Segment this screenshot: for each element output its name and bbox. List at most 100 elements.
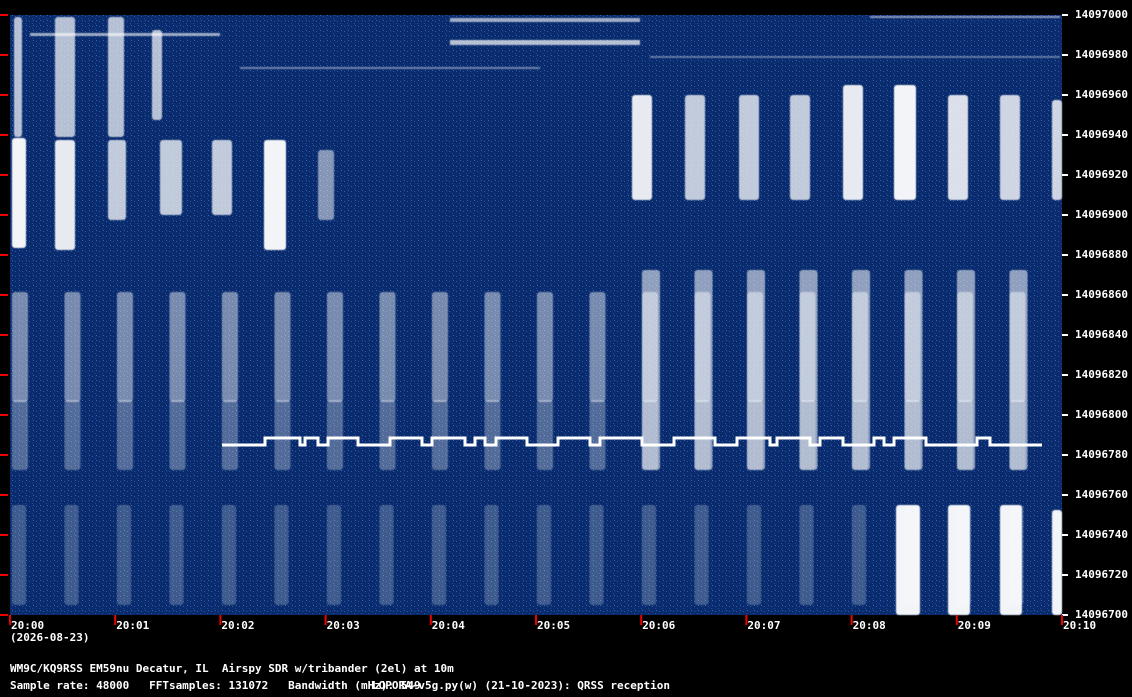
y-tick-label: 14096940 xyxy=(1075,128,1128,141)
signal-mark xyxy=(64,400,81,470)
y-tick-right xyxy=(1062,14,1068,16)
signal-mark xyxy=(589,292,606,402)
y-tick xyxy=(0,174,8,176)
signal-mark xyxy=(264,140,286,250)
y-tick-right xyxy=(1062,214,1068,216)
signal-mark xyxy=(852,505,866,605)
station-info: WM9C/KQ9RSS EM59nu Decatur, IL Airspy SD… xyxy=(10,662,454,675)
y-tick-label: 14096980 xyxy=(1075,48,1128,61)
x-tick-label: 20:10 xyxy=(1063,619,1097,632)
signal-mark xyxy=(117,400,133,470)
y-tick xyxy=(0,334,8,336)
signal-mark xyxy=(222,505,236,605)
x-tick-label: 20:05 xyxy=(537,619,571,632)
waterfall-spectrogram xyxy=(0,14,1068,625)
signal-mark xyxy=(537,400,553,470)
signal-mark xyxy=(642,270,660,470)
y-tick-label: 14096960 xyxy=(1075,88,1128,101)
signal-mark xyxy=(685,95,705,200)
signal-mark xyxy=(222,292,238,402)
signal-mark xyxy=(739,95,759,200)
y-tick xyxy=(0,54,8,56)
y-tick xyxy=(0,614,8,616)
signal-mark xyxy=(537,292,553,402)
y-tick-right xyxy=(1062,534,1068,536)
signal-mark xyxy=(327,400,343,470)
signal-mark xyxy=(852,270,870,470)
y-tick xyxy=(0,14,8,16)
y-tick-label: 14096720 xyxy=(1075,568,1128,581)
x-tick-label: 20:03 xyxy=(326,619,360,632)
y-tick-label: 14096800 xyxy=(1075,408,1128,421)
signal-mark xyxy=(537,505,551,605)
signal-mark xyxy=(327,505,341,605)
signal-mark xyxy=(432,400,448,470)
y-tick xyxy=(0,254,8,256)
signal-mark xyxy=(484,400,501,470)
signal-mark xyxy=(108,140,126,220)
signal-mark xyxy=(747,505,761,605)
y-tick xyxy=(0,534,8,536)
x-axis-ticks xyxy=(9,615,1063,625)
y-tick-label: 14096880 xyxy=(1075,248,1128,261)
signal-mark xyxy=(747,270,765,470)
signal-mark xyxy=(12,505,26,605)
signal-mark xyxy=(12,400,28,470)
y-tick-right xyxy=(1062,374,1068,376)
signal-mark xyxy=(948,95,968,200)
date-label: (2026-08-23) xyxy=(10,631,90,644)
signal-mark xyxy=(55,140,75,250)
signal-mark xyxy=(169,400,186,470)
signal-mark xyxy=(1000,505,1022,615)
signal-mark xyxy=(14,17,22,137)
y-tick xyxy=(0,294,8,296)
y-tick-right xyxy=(1062,54,1068,56)
signal-mark xyxy=(957,270,975,470)
signal-mark xyxy=(169,505,184,605)
signal-mark xyxy=(274,292,291,402)
signal-mark xyxy=(274,505,289,605)
y-tick-right xyxy=(1062,414,1068,416)
x-tick-label: 20:06 xyxy=(642,619,676,632)
params-info: Sample rate: 48000 FFTsamples: 131072 Ba… xyxy=(10,679,421,692)
signal-mark xyxy=(222,400,238,470)
software-info: LOPORA-v5g.py(w) (21-10-2023): QRSS rece… xyxy=(372,679,671,692)
y-tick-right xyxy=(1062,254,1068,256)
signal-mark xyxy=(12,292,28,402)
signal-mark xyxy=(694,505,709,605)
signal-mark xyxy=(12,138,26,248)
y-tick-right xyxy=(1062,134,1068,136)
y-tick-label: 14096740 xyxy=(1075,528,1128,541)
y-tick-label: 14096860 xyxy=(1075,288,1128,301)
y-tick-label: 14096760 xyxy=(1075,488,1128,501)
y-tick-label: 14096900 xyxy=(1075,208,1128,221)
x-tick-label: 20:00 xyxy=(11,619,45,632)
x-tick-label: 20:02 xyxy=(221,619,255,632)
signal-mark xyxy=(694,270,713,470)
y-tick-right xyxy=(1062,174,1068,176)
signal-mark xyxy=(1000,95,1020,200)
y-tick xyxy=(0,454,8,456)
y-tick-label: 14097000 xyxy=(1075,8,1128,21)
signal-mark xyxy=(642,505,656,605)
signal-mark xyxy=(432,505,446,605)
signal-mark xyxy=(484,505,499,605)
signal-mark xyxy=(1009,270,1028,470)
signal-mark xyxy=(432,292,448,402)
signal-mark xyxy=(212,140,232,215)
signal-mark xyxy=(484,292,501,402)
signal-mark xyxy=(117,505,131,605)
signal-mark xyxy=(160,140,182,215)
x-tick-label: 20:09 xyxy=(957,619,991,632)
y-tick-right xyxy=(1062,574,1068,576)
y-tick-right xyxy=(1062,94,1068,96)
signal-mark xyxy=(948,505,970,615)
signal-mark xyxy=(274,400,291,470)
y-tick xyxy=(0,494,8,496)
y-tick xyxy=(0,574,8,576)
y-tick-right xyxy=(1062,294,1068,296)
signal-mark xyxy=(589,505,604,605)
signal-mark xyxy=(1052,100,1062,200)
y-tick xyxy=(0,414,8,416)
signal-mark xyxy=(799,505,814,605)
